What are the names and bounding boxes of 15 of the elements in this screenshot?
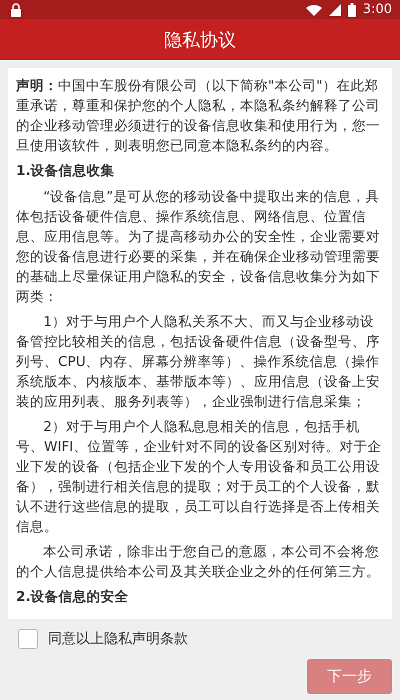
lock-icon [10, 2, 22, 17]
wifi-icon [306, 4, 322, 16]
agreement-paragraph: 声明：中国中车股份有限公司（以下简称"本公司"）在此郑重承诺，尊重和保护您的个人隐私，本隐私条约解释了公司的企业移动管理必须进行的设备信息收集和使用行为，您一旦使用该软件，则表明您已同意本隐私条约的内容。 [16, 77, 381, 156]
section-heading: 2.设备信息的安全 [16, 588, 130, 607]
agreement-paragraph: 1）对于与用户个人隐私关系不大、而又与企业移动设备管控比较相关的信息，包括设备硬件信息（设备型号、序列号、CPU、内存、屏幕分辨率等）、操作系统信息（操作系统版本、内核版本、基带版本等）、应用信息（设备上安装的应用列表、服务列表等），企业强制进行信息采集； [16, 313, 381, 412]
status-time: 3:00 [362, 2, 392, 18]
battery-icon [348, 2, 356, 17]
section-heading: 1.设备信息收集 [16, 162, 116, 181]
agreement-paragraph: “设备信息”是可从您的移动设备中提取出来的信息，具体包括设备硬件信息、操作系统信息、网络信息、位置信息、应用信息等。为了提高移动办公的安全性，企业需要对您的设备信息进行必要的采集，并在确保企业移动管理需要的基础上尽量保证用户隐私的安全，设备信息收集分为如下两类： [16, 188, 381, 307]
page-title: 隐私协议 [164, 28, 236, 52]
agreement-paragraph: 本公司承诺，除非出于您自己的意愿，本公司不会将您的个人信息提供给本公司及其关联企业之外的任何第三方。 [16, 543, 381, 582]
consent-checkbox[interactable] [18, 629, 38, 649]
agreement-paragraph: 2）对于与用户个人隐私息息相关的信息，包括手机号、WIFI、位置等，企业针对不同的设备区别对待。对于企业下发的设备（包括企业下发的个人专用设备和员工公用设备），强制进行相关信息的提取；对于员工的个人设备，默认不进行这些信息的提取，员工可以自行选择是否上传相关信息。 [16, 418, 382, 537]
consent-label: 同意以上隐私声明条款 [48, 630, 188, 648]
signal-icon [328, 4, 341, 16]
